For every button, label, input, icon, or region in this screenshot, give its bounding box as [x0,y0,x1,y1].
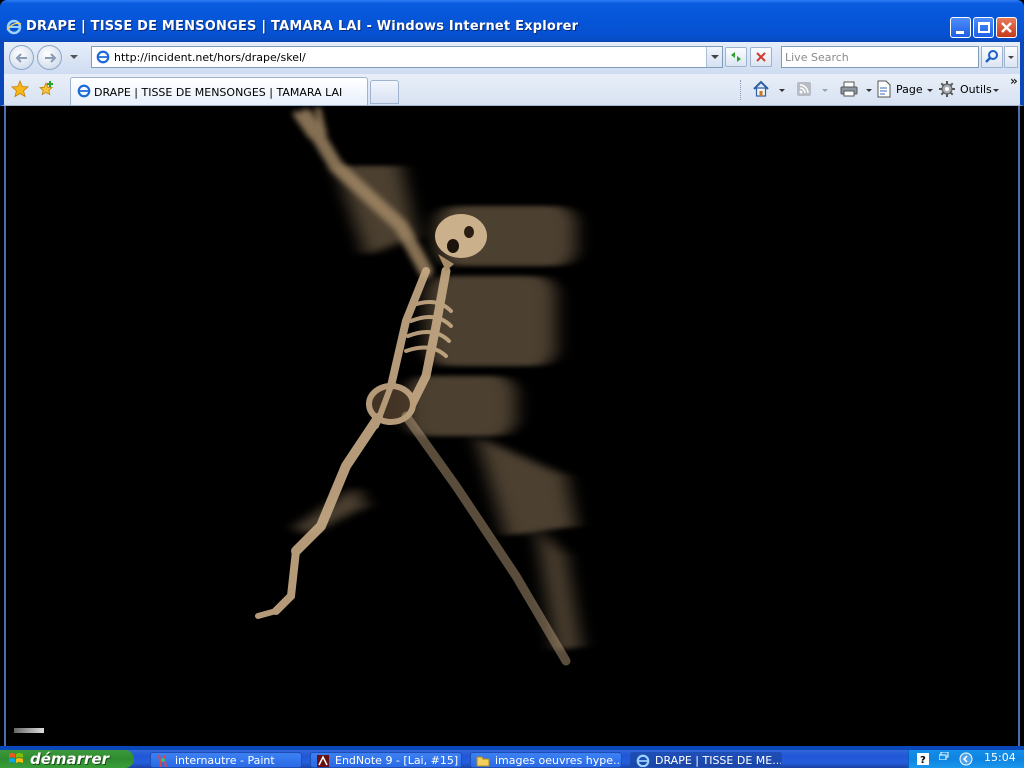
chevron-down-icon [822,89,828,92]
windows-logo-icon [9,753,23,763]
taskbar-item-endnote[interactable]: EndNote 9 - [Lai, #15] [310,752,462,768]
page-menu-button[interactable]: Page [876,80,938,100]
page-menu-label: Page [896,83,923,96]
ie-icon [77,84,91,98]
toolbar-overflow-chevron-icon[interactable]: » [1010,74,1018,88]
gear-icon [939,81,955,97]
favorites-star-icon[interactable] [11,80,29,98]
search-box[interactable] [781,46,979,68]
taskbar-item-ie[interactable]: DRAPE | TISSE DE ME... [630,752,782,768]
folder-icon [476,756,490,767]
recent-pages-dropdown[interactable] [70,55,78,59]
address-field[interactable]: http://incident.net/hors/drape/skel/ [91,46,723,68]
forward-button[interactable] [37,45,62,70]
chevron-down-icon [993,89,999,92]
chevron-down-icon [866,89,872,92]
maximize-icon [978,22,990,33]
taskbar-item-label: images oeuvres hype... [495,754,622,767]
maximize-button[interactable] [973,17,994,38]
refresh-button[interactable] [725,47,747,67]
restore-window-icon[interactable] [939,752,949,760]
show-hidden-icons-chevron-icon[interactable] [959,752,973,766]
tab-drape[interactable]: DRAPE | TISSE DE MENSONGES | TAMARA LAI [70,77,368,105]
clock: 15:04 [984,751,1016,764]
page-content [4,106,1020,746]
window-title: DRAPE | TISSE DE MENSONGES | TAMARA LAI … [26,19,579,34]
address-toolbar: http://incident.net/hors/drape/skel/ [0,42,1024,74]
title-bar: DRAPE | TISSE DE MENSONGES | TAMARA LAI … [0,0,1024,42]
close-button[interactable] [996,17,1017,38]
taskbar-item-label: EndNote 9 - [Lai, #15] [335,754,459,767]
tab-bar: DRAPE | TISSE DE MENSONGES | TAMARA LAI [0,74,1024,106]
taskbar-item-folder[interactable]: images oeuvres hype... [470,752,622,768]
ie-icon [636,754,650,767]
magnifier-icon [985,50,998,63]
close-icon [1001,22,1012,33]
url-text[interactable]: http://incident.net/hors/drape/skel/ [114,51,306,64]
address-dropdown[interactable] [706,47,722,67]
chevron-down-icon [779,89,785,92]
system-tray: ? 15:04 [908,750,1024,768]
ie-icon [6,19,22,35]
taskbar-item-paint[interactable]: internautre - Paint [150,752,302,768]
taskbar-item-label: DRAPE | TISSE DE ME... [655,754,782,767]
home-button[interactable] [752,80,788,100]
paint-icon [158,754,167,767]
refresh-icon [731,52,741,62]
tools-menu-button[interactable]: Outils [938,80,1004,100]
minimize-button[interactable] [950,17,971,38]
start-label: démarrer [30,750,110,768]
start-button[interactable]: démarrer [0,750,134,768]
taskbar: démarrer internautre - Paint EndNote 9 -… [0,750,1024,768]
chevron-down-icon [927,89,933,92]
forward-arrow-icon [45,53,57,63]
rss-feed-icon [797,82,811,96]
back-button[interactable] [9,45,34,70]
search-options-dropdown[interactable] [1004,46,1018,68]
tab-label: DRAPE | TISSE DE MENSONGES | TAMARA LAI [94,86,343,99]
tools-menu-label: Outils [960,83,992,96]
search-input[interactable] [785,48,975,66]
home-icon [753,80,769,97]
search-button[interactable] [981,46,1003,68]
toolbar-separator [740,80,741,100]
loading-indicator [14,728,44,733]
skeleton-figure-image [255,107,581,666]
printer-icon [840,81,858,97]
feeds-button[interactable] [796,80,832,100]
ie-icon [96,50,110,64]
stop-button[interactable] [750,47,772,67]
add-favorite-icon[interactable] [37,80,55,98]
endnote-icon [317,755,329,767]
page-icon [877,80,891,98]
taskbar-item-label: internautre - Paint [175,754,275,767]
svg-text:?: ? [920,755,926,765]
back-arrow-icon [15,53,27,63]
print-button[interactable] [840,80,874,100]
new-tab-button[interactable] [370,80,399,104]
help-icon[interactable]: ? [917,753,929,765]
stop-icon [756,52,766,62]
minimize-icon [956,31,964,34]
